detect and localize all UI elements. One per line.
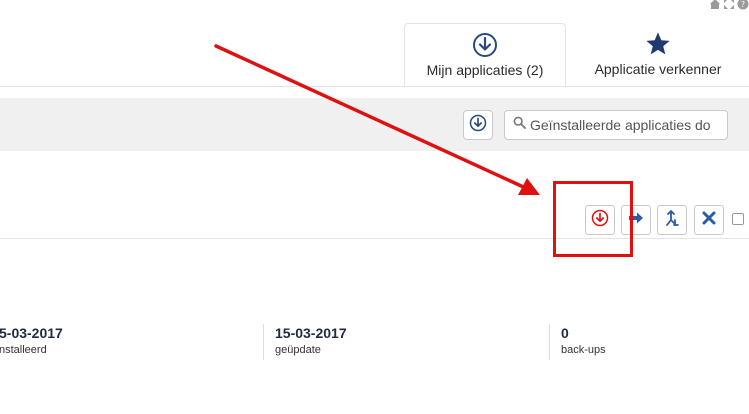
tab-my-applications[interactable]: Mijn applicaties (2) bbox=[404, 23, 566, 86]
stat-label: back-ups bbox=[561, 344, 606, 356]
stat-label: nstalleerd bbox=[0, 344, 47, 356]
stat-label: geüpdate bbox=[275, 344, 321, 356]
download-circle-icon bbox=[469, 114, 487, 137]
stat-value: 0 bbox=[561, 325, 569, 341]
close-icon bbox=[701, 210, 717, 231]
stat-backups: 0 back-ups bbox=[549, 324, 606, 360]
tab-application-explorer[interactable]: Applicatie verkenner bbox=[567, 23, 749, 86]
tab-divider bbox=[0, 86, 749, 87]
star-icon bbox=[645, 31, 671, 57]
delete-button[interactable] bbox=[694, 205, 724, 235]
select-checkbox[interactable] bbox=[732, 213, 744, 225]
toolbar-download-button[interactable] bbox=[463, 110, 493, 140]
help-icon[interactable]: ? bbox=[737, 0, 749, 10]
tab-label: Applicatie verkenner bbox=[594, 61, 722, 77]
home-icon[interactable] bbox=[709, 0, 721, 9]
header-icons: ? bbox=[709, 0, 749, 10]
branch-icon bbox=[663, 209, 681, 232]
highlight-box bbox=[553, 181, 633, 257]
branch-button[interactable] bbox=[657, 205, 687, 235]
svg-text:?: ? bbox=[741, 0, 745, 9]
search-icon bbox=[513, 116, 526, 134]
tab-label: Mijn applicaties (2) bbox=[426, 62, 544, 78]
stat-updated: 15-03-2017 geüpdate bbox=[263, 324, 347, 360]
stat-value: 15-03-2017 bbox=[275, 325, 347, 341]
stat-value: 5-03-2017 bbox=[0, 325, 63, 341]
stat-installed: 5-03-2017 nstalleerd bbox=[0, 324, 63, 360]
row-divider bbox=[0, 238, 749, 239]
expand-icon[interactable] bbox=[723, 0, 735, 9]
download-circle-icon bbox=[472, 32, 498, 58]
search-placeholder: Geïnstalleerde applicaties do bbox=[530, 117, 711, 133]
search-input[interactable]: Geïnstalleerde applicaties do bbox=[504, 110, 728, 140]
